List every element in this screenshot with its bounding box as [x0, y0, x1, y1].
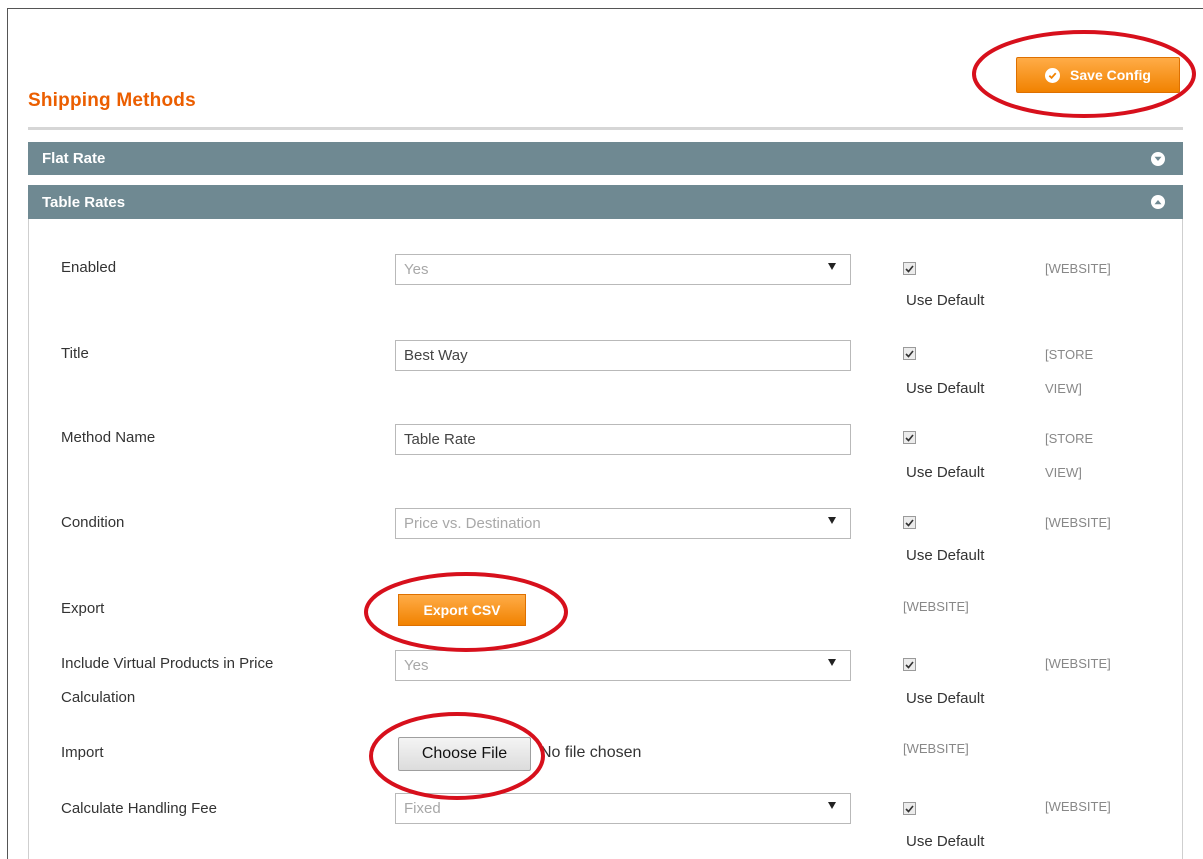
file-status-text: No file chosen	[540, 744, 642, 761]
save-config-label: Save Config	[1070, 67, 1151, 83]
condition-scope: [WEBSITE]	[1045, 515, 1111, 530]
triangle-down-icon	[828, 263, 836, 270]
section-title-flat-rate: Flat Rate	[42, 150, 106, 167]
method-name-input[interactable]: Table Rate	[395, 424, 851, 455]
condition-use-default-label: Use Default	[906, 547, 985, 564]
method-name-scope-line1: [STORE	[1045, 431, 1094, 446]
enabled-use-default-label: Use Default	[906, 292, 985, 309]
checkmark-icon	[905, 518, 914, 527]
include-virtual-select-value: Yes	[404, 657, 429, 674]
checkmark-icon	[905, 433, 914, 442]
export-csv-button[interactable]: Export CSV	[398, 594, 526, 626]
save-config-button[interactable]: Save Config	[1016, 57, 1180, 93]
section-header-flat-rate[interactable]: Flat Rate	[28, 142, 1183, 176]
import-label: Import	[61, 744, 104, 761]
title-scope-line2: VIEW]	[1045, 381, 1082, 396]
title-use-default-checkbox[interactable]	[903, 347, 916, 360]
checkmark-icon	[905, 349, 914, 358]
chevron-down-circle-icon[interactable]	[1151, 152, 1165, 166]
title-input[interactable]: Best Way	[395, 340, 851, 371]
include-virtual-use-default-label: Use Default	[906, 690, 985, 707]
condition-label: Condition	[61, 514, 125, 531]
enabled-select[interactable]: Yes	[395, 254, 851, 285]
condition-use-default-checkbox[interactable]	[903, 516, 916, 529]
handling-fee-use-default-checkbox[interactable]	[903, 802, 916, 815]
handling-fee-scope: [WEBSITE]	[1045, 799, 1111, 814]
title-scope-line1: [STORE	[1045, 347, 1094, 362]
section-title-table-rates: Table Rates	[42, 193, 126, 211]
include-virtual-use-default-checkbox[interactable]	[903, 658, 916, 671]
include-virtual-scope: [WEBSITE]	[1045, 656, 1111, 671]
condition-select[interactable]: Price vs. Destination	[395, 508, 851, 539]
handling-fee-select-value: Fixed	[404, 800, 441, 817]
handling-fee-label: Calculate Handling Fee	[61, 800, 217, 817]
enabled-use-default-checkbox[interactable]	[903, 262, 916, 275]
enabled-scope: [WEBSITE]	[1045, 261, 1111, 276]
export-label: Export	[61, 600, 105, 617]
triangle-down-icon	[828, 517, 836, 524]
method-name-label: Method Name	[61, 429, 156, 446]
checkmark-icon	[905, 264, 914, 273]
method-name-use-default-checkbox[interactable]	[903, 431, 916, 444]
handling-fee-select[interactable]: Fixed	[395, 793, 851, 824]
checkmark-icon	[905, 660, 914, 669]
title-label: Title	[61, 345, 89, 362]
method-name-scope-line2: VIEW]	[1045, 465, 1082, 480]
enabled-select-value: Yes	[404, 261, 429, 278]
method-name-use-default-label: Use Default	[906, 464, 985, 481]
choose-file-button[interactable]: Choose File	[398, 737, 531, 771]
section-header-table-rates[interactable]: Table Rates	[28, 185, 1183, 219]
include-virtual-select[interactable]: Yes	[395, 650, 851, 681]
include-virtual-label-line1: Include Virtual Products in Price	[61, 655, 274, 672]
condition-select-value: Price vs. Destination	[404, 515, 541, 532]
include-virtual-label-line2: Calculation	[61, 689, 136, 706]
export-scope: [WEBSITE]	[903, 599, 969, 614]
import-scope: [WEBSITE]	[903, 741, 969, 756]
triangle-down-icon	[828, 659, 836, 666]
chevron-up-circle-icon[interactable]	[1151, 195, 1165, 209]
page-title: Shipping Methods	[28, 90, 196, 111]
enabled-label: Enabled	[61, 259, 117, 276]
checkmark-icon	[905, 804, 914, 813]
handling-fee-use-default-label: Use Default	[906, 833, 985, 850]
title-divider	[28, 127, 1183, 130]
check-circle-icon	[1045, 67, 1061, 83]
title-use-default-label: Use Default	[906, 380, 985, 397]
triangle-down-icon	[828, 802, 836, 809]
